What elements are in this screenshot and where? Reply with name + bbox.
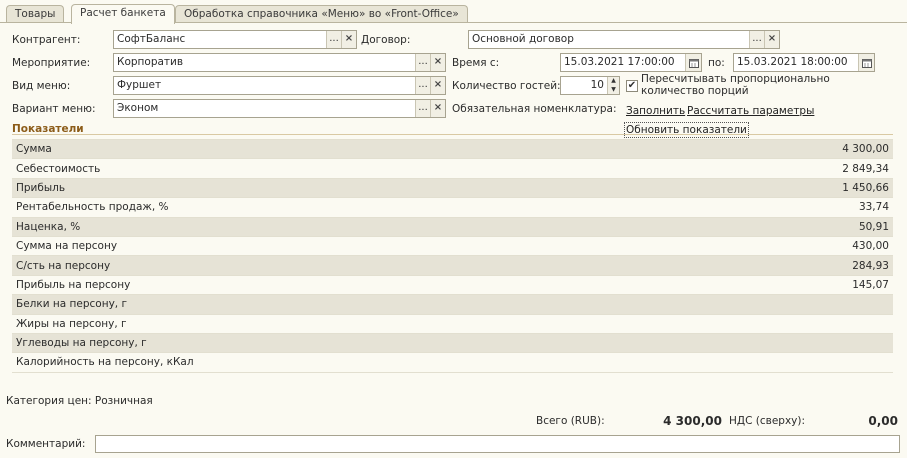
row-value: 1 450,66 <box>842 181 889 194</box>
tab-bar: Товары Расчет банкета Обработка справочн… <box>0 0 907 24</box>
counterparty-label: Контрагент: <box>12 34 81 46</box>
event-label: Мероприятие: <box>12 57 91 69</box>
vat-label: НДС (сверху): <box>729 415 806 427</box>
select-button[interactable]: ... <box>326 31 341 48</box>
event-value[interactable]: Корпоратив <box>114 54 415 71</box>
spin-down-icon[interactable]: ▼ <box>608 86 619 95</box>
menu-variant-field[interactable]: Эконом ... × <box>113 99 446 118</box>
row-name: Углеводы на персону, г <box>16 337 147 350</box>
time-from-field[interactable]: 15.03.2021 17:00:00 <box>560 53 702 72</box>
clear-icon[interactable]: × <box>430 100 445 117</box>
event-field[interactable]: Корпоратив ... × <box>113 53 446 72</box>
time-to-field[interactable]: 15.03.2021 18:00:00 <box>733 53 875 72</box>
spin-buttons[interactable]: ▲ ▼ <box>607 77 619 94</box>
price-category: Категория цен: Розничная <box>6 395 153 407</box>
table-row[interactable]: Калорийность на персону, кКал <box>12 353 893 373</box>
table-row[interactable]: Рентабельность продаж, % 33,74 <box>12 198 893 218</box>
table-row[interactable]: Сумма на персону 430,00 <box>12 236 893 257</box>
mandatory-label: Обязательная номенклатура: <box>452 103 617 115</box>
select-button[interactable]: ... <box>415 100 430 117</box>
contract-label: Договор: <box>361 34 411 46</box>
table-row[interactable]: Себестоимость 2 849,34 <box>12 159 893 179</box>
fill-link[interactable]: Заполнить <box>626 104 685 118</box>
time-to-value[interactable]: 15.03.2021 18:00:00 <box>734 54 858 71</box>
select-button[interactable]: ... <box>415 54 430 71</box>
select-button[interactable]: ... <box>749 31 764 48</box>
time-to-label: по: <box>708 57 725 69</box>
row-name: Прибыль <box>16 181 66 194</box>
row-name: Жиры на персону, г <box>16 317 127 330</box>
table-row[interactable]: С/сть на персону 284,93 <box>12 256 893 276</box>
calc-params-link[interactable]: Рассчитать параметры <box>687 104 814 118</box>
row-name: Сумма <box>16 143 52 156</box>
row-name: Прибыль на персону <box>16 278 131 291</box>
table-row[interactable]: Углеводы на персону, г <box>12 333 893 354</box>
clear-icon[interactable]: × <box>764 31 779 48</box>
row-value: 145,07 <box>852 278 889 291</box>
row-name: Калорийность на персону, кКал <box>16 356 194 369</box>
row-name: Белки на персону, г <box>16 298 127 311</box>
clear-icon[interactable]: × <box>430 77 445 94</box>
counterparty-field[interactable]: СофтБаланс ... × <box>113 30 357 49</box>
clear-icon[interactable]: × <box>430 54 445 71</box>
comment-label: Комментарий: <box>6 438 86 450</box>
menu-type-label: Вид меню: <box>12 80 71 92</box>
refresh-indicators-link[interactable]: Обновить показатели <box>624 122 749 138</box>
row-value: 284,93 <box>852 259 889 272</box>
table-row[interactable]: Прибыль 1 450,66 <box>12 178 893 199</box>
total-label: Всего (RUB): <box>536 415 605 427</box>
guests-label: Количество гостей: <box>452 80 561 92</box>
guests-value[interactable]: 10 <box>561 77 607 94</box>
time-from-value[interactable]: 15.03.2021 17:00:00 <box>561 54 685 71</box>
table-row[interactable]: Жиры на персону, г <box>12 314 893 334</box>
menu-type-field[interactable]: Фуршет ... × <box>113 76 446 95</box>
section-divider <box>12 134 893 135</box>
tab-goods[interactable]: Товары <box>6 5 65 23</box>
calendar-icon[interactable] <box>685 54 701 71</box>
menu-variant-value[interactable]: Эконом <box>114 100 415 117</box>
table-row[interactable]: Прибыль на персону 145,07 <box>12 275 893 296</box>
indicators-table: Сумма 4 300,00 Себестоимость 2 849,34 Приб… <box>12 139 893 373</box>
menu-variant-label: Вариант меню: <box>12 103 96 115</box>
counterparty-value[interactable]: СофтБаланс <box>114 31 326 48</box>
row-value: 2 849,34 <box>842 162 889 175</box>
time-from-label: Время с: <box>452 57 500 69</box>
clear-icon[interactable]: × <box>341 31 356 48</box>
tab-menu-processing[interactable]: Обработка справочника «Меню» во «Front-O… <box>175 5 468 23</box>
recalc-checkbox[interactable]: ✔ <box>626 80 638 92</box>
row-value: 4 300,00 <box>842 143 889 156</box>
total-value: 4 300,00 <box>663 414 722 428</box>
row-name: Рентабельность продаж, % <box>16 201 169 214</box>
row-value: 430,00 <box>852 240 889 253</box>
comment-field[interactable] <box>95 435 900 453</box>
row-name: С/сть на персону <box>16 259 111 272</box>
spin-up-icon[interactable]: ▲ <box>608 77 619 86</box>
calendar-icon[interactable] <box>858 54 874 71</box>
row-name: Себестоимость <box>16 162 101 175</box>
contract-field[interactable]: Основной договор ... × <box>468 30 780 49</box>
table-row[interactable]: Белки на персону, г <box>12 295 893 315</box>
menu-type-value[interactable]: Фуршет <box>114 77 415 94</box>
select-button[interactable]: ... <box>415 77 430 94</box>
row-name: Наценка, % <box>16 220 81 233</box>
vat-value: 0,00 <box>868 414 898 428</box>
recalc-label: Пересчитывать пропорционально количество… <box>641 73 830 97</box>
table-row[interactable]: Наценка, % 50,91 <box>12 217 893 237</box>
contract-value[interactable]: Основной договор <box>469 31 749 48</box>
row-name: Сумма на персону <box>16 240 118 253</box>
row-value: 50,91 <box>858 220 889 233</box>
tab-banquet-calc[interactable]: Расчет банкета <box>71 4 175 24</box>
row-value: 33,74 <box>858 201 889 214</box>
guests-stepper[interactable]: 10 ▲ ▼ <box>560 76 620 95</box>
table-row[interactable]: Сумма 4 300,00 <box>12 140 893 160</box>
